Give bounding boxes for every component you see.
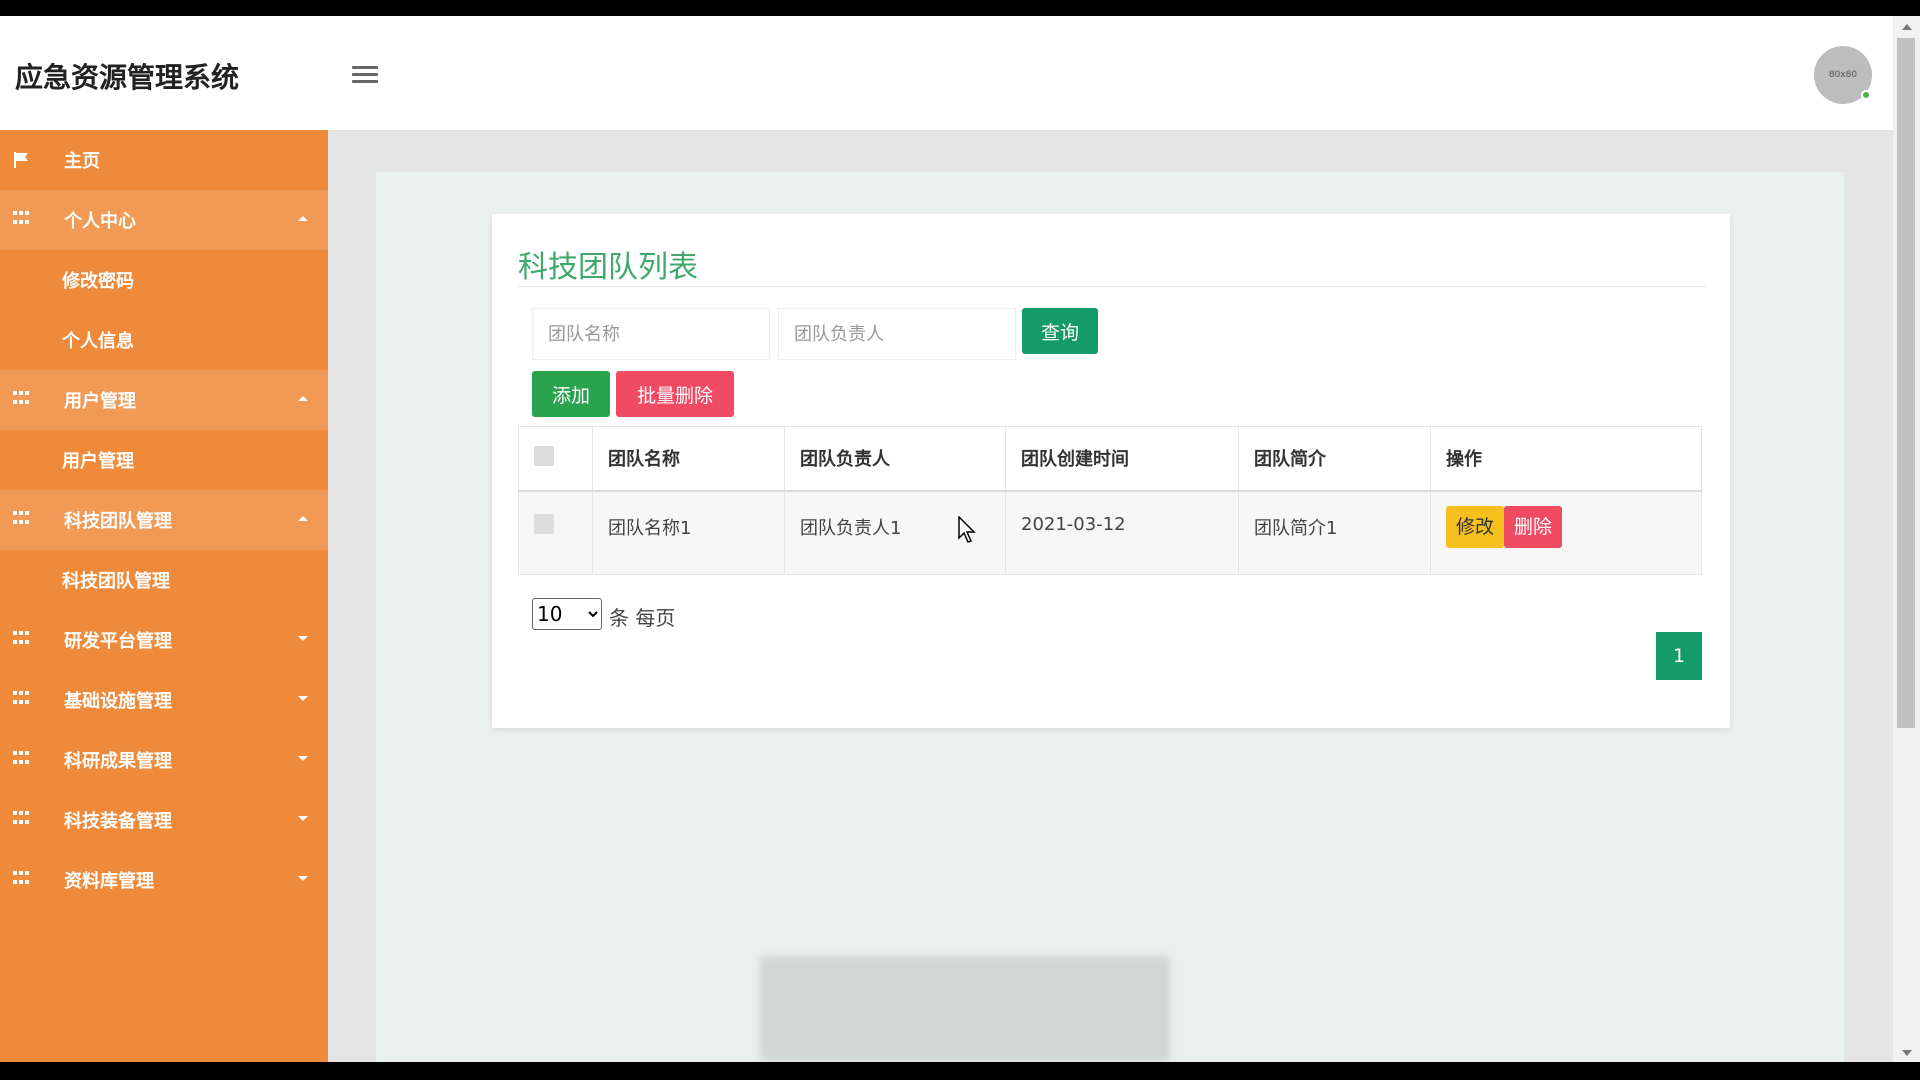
sidebar-item-label: 基础设施管理: [64, 691, 172, 712]
sidebar-item-label: 个人中心: [64, 211, 136, 232]
column-header[interactable]: 团队简介: [1238, 426, 1431, 492]
table-header-row: 团队名称 团队负责人 团队创建时间 团队简介 操作: [518, 426, 1702, 492]
grid-icon: [13, 511, 31, 527]
cell-actions: 修改 删除: [1430, 490, 1702, 575]
sidebar-group-user-management[interactable]: 用户管理: [0, 370, 328, 430]
sidebar-group-tech-equipment[interactable]: 科技装备管理: [0, 790, 328, 850]
sidebar-item-user-management[interactable]: 用户管理: [0, 430, 328, 490]
sidebar-group-rd-platform[interactable]: 研发平台管理: [0, 610, 328, 670]
select-all-checkbox[interactable]: [534, 445, 554, 466]
sidebar-item-label: 用户管理: [62, 451, 134, 472]
select-all-cell: [518, 426, 593, 492]
sidebar-item-label: 主页: [64, 151, 100, 172]
team-name-search-input[interactable]: [532, 308, 770, 360]
avatar-placeholder-text: 80x80: [1828, 70, 1858, 80]
grid-icon: [13, 811, 31, 827]
batch-delete-button[interactable]: 批量删除: [616, 371, 734, 417]
sidebar-group-tech-team[interactable]: 科技团队管理: [0, 490, 328, 550]
column-header[interactable]: 团队创建时间: [1005, 426, 1239, 492]
team-leader-search-input[interactable]: [778, 308, 1016, 360]
team-table: 团队名称 团队负责人 团队创建时间 团队简介 操作 团队名称1 团队负责人1 2…: [518, 426, 1702, 575]
sidebar-item-label: 科技装备管理: [64, 811, 172, 832]
sidebar-item-home[interactable]: 主页: [0, 130, 328, 190]
pagination-page-1[interactable]: 1: [1656, 632, 1702, 680]
sidebar-item-label: 资料库管理: [64, 871, 154, 892]
grid-icon: [13, 751, 31, 767]
row-checkbox[interactable]: [534, 513, 554, 534]
sidebar-item-label: 用户管理: [64, 391, 136, 412]
sidebar-group-infrastructure[interactable]: 基础设施管理: [0, 670, 328, 730]
top-header: 应急资源管理系统 80x80: [0, 16, 1893, 130]
chevron-up-icon: [298, 516, 308, 521]
edit-button[interactable]: 修改: [1446, 505, 1505, 548]
hamburger-menu-icon[interactable]: [350, 62, 380, 86]
grid-icon: [13, 391, 31, 407]
sidebar-item-label: 修改密码: [62, 271, 134, 292]
avatar[interactable]: 80x80: [1814, 46, 1872, 104]
grid-icon: [13, 631, 31, 647]
mouse-cursor-icon: [958, 515, 978, 548]
flag-icon: [13, 151, 31, 168]
sidebar-item-label: 科技团队管理: [62, 571, 170, 592]
title-divider: [518, 286, 1706, 287]
scroll-down-arrow-icon[interactable]: [1902, 1050, 1912, 1056]
column-header[interactable]: 团队名称: [592, 426, 785, 492]
blurred-footer-region: [760, 956, 1170, 1062]
grid-icon: [13, 691, 31, 707]
chevron-down-icon: [298, 816, 308, 821]
vertical-scrollbar[interactable]: [1893, 16, 1920, 1062]
scroll-up-arrow-icon[interactable]: [1902, 24, 1912, 30]
table-row: 团队名称1 团队负责人1 2021-03-12 团队简介1 修改 删除: [518, 490, 1702, 575]
column-header: 操作: [1430, 426, 1702, 492]
scrollbar-thumb[interactable]: [1897, 38, 1915, 728]
chevron-up-icon: [298, 216, 308, 221]
browser-viewport: 应急资源管理系统 80x80 主页 个人中心 修改密码 个人信息 用户管理 用户…: [0, 16, 1920, 1062]
cell-team-intro: 团队简介1: [1238, 490, 1431, 575]
chevron-down-icon: [298, 876, 308, 881]
cell-team-name: 团队名称1: [592, 490, 785, 575]
row-select-cell: [518, 490, 593, 575]
sidebar-item-label: 研发平台管理: [64, 631, 172, 652]
sidebar-item-personal-info[interactable]: 个人信息: [0, 310, 328, 370]
sidebar-item-change-password[interactable]: 修改密码: [0, 250, 328, 310]
sidebar-group-research-results[interactable]: 科研成果管理: [0, 730, 328, 790]
column-header[interactable]: 团队负责人: [784, 426, 1006, 492]
cell-created-date: 2021-03-12: [1005, 490, 1239, 575]
page-title: 科技团队列表: [518, 250, 698, 285]
grid-icon: [13, 871, 31, 887]
sidebar-item-tech-team-management[interactable]: 科技团队管理: [0, 550, 328, 610]
page-size-select[interactable]: 10: [532, 598, 602, 630]
online-status-dot: [1861, 90, 1871, 100]
per-page-label: 条 每页: [609, 606, 676, 630]
add-button[interactable]: 添加: [532, 371, 610, 417]
sidebar-nav: 主页 个人中心 修改密码 个人信息 用户管理 用户管理 科技团队管理 科技团队管…: [0, 130, 328, 1062]
sidebar-item-label: 个人信息: [62, 331, 134, 352]
sidebar-group-library[interactable]: 资料库管理: [0, 850, 328, 910]
chevron-down-icon: [298, 756, 308, 761]
chevron-down-icon: [298, 636, 308, 641]
team-list-card: 科技团队列表 查询 添加 批量删除 团队名称 团队负责人 团队创建时间 团队简介…: [492, 214, 1730, 728]
query-button[interactable]: 查询: [1022, 308, 1098, 354]
chevron-down-icon: [298, 696, 308, 701]
chevron-up-icon: [298, 396, 308, 401]
sidebar-item-label: 科技团队管理: [64, 511, 172, 532]
grid-icon: [13, 211, 31, 227]
delete-button[interactable]: 删除: [1504, 505, 1563, 548]
sidebar-item-label: 科研成果管理: [64, 751, 172, 772]
app-title: 应急资源管理系统: [15, 61, 240, 94]
main-content: 科技团队列表 查询 添加 批量删除 团队名称 团队负责人 团队创建时间 团队简介…: [376, 172, 1844, 1062]
sidebar-group-personal-center[interactable]: 个人中心: [0, 190, 328, 250]
